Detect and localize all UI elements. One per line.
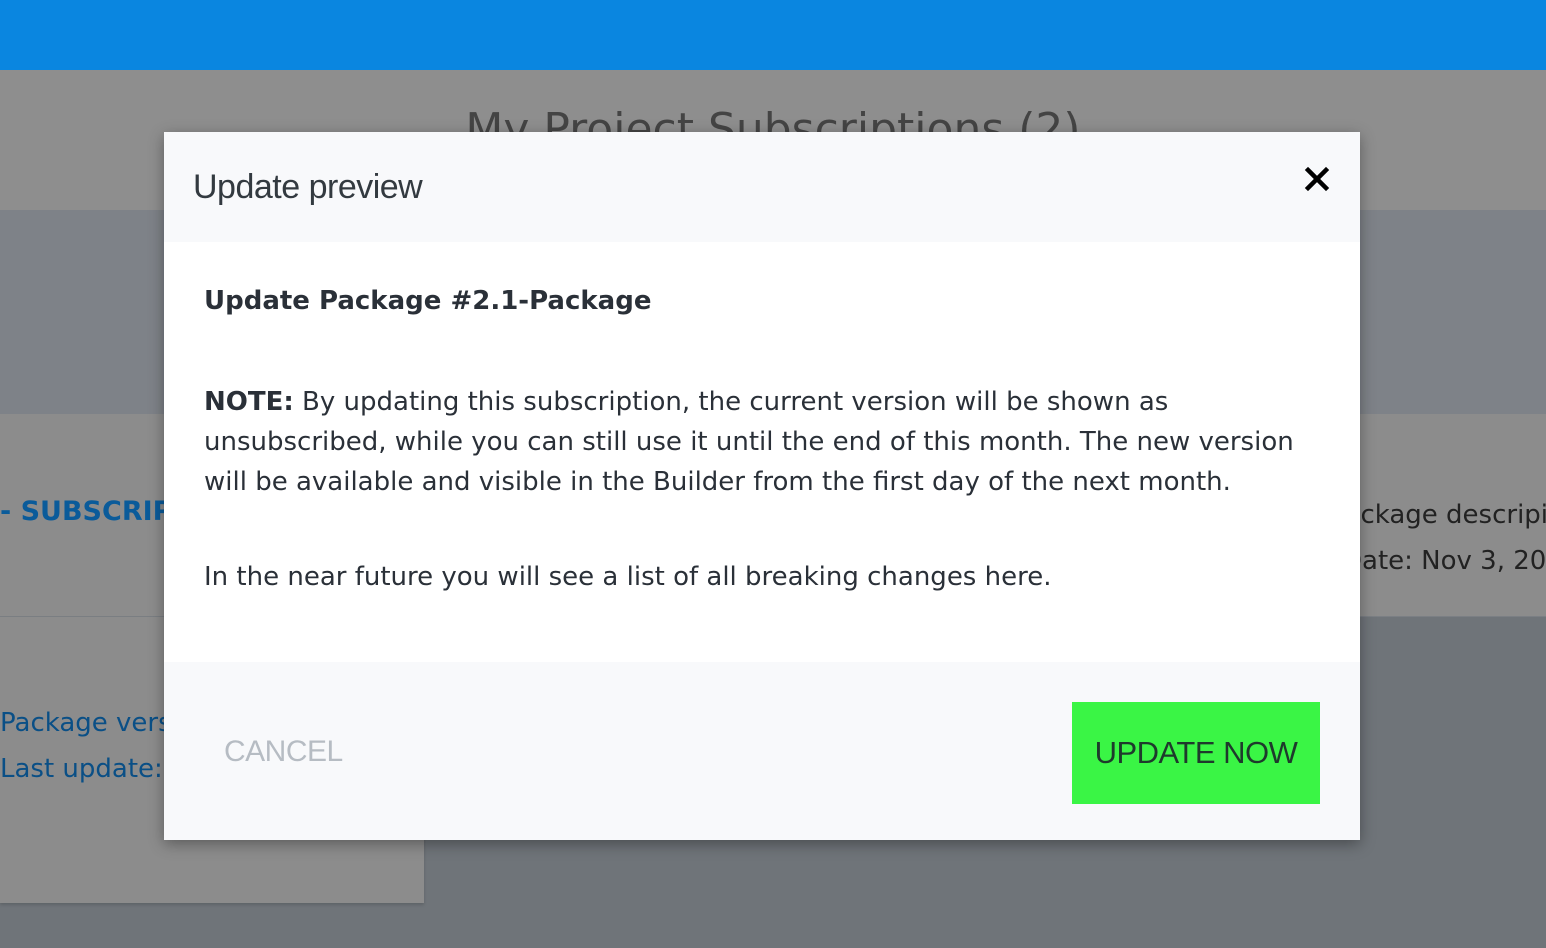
note-label: NOTE: [204, 387, 294, 417]
dialog-title: Update preview [193, 168, 423, 206]
update-now-button[interactable]: UPDATE NOW [1072, 702, 1320, 804]
top-nav-bar [0, 0, 1546, 70]
cancel-button[interactable]: CANCEL [224, 732, 364, 772]
package-description: Package descripiton [1330, 500, 1546, 530]
package-date: Date: Nov 3, 2015 [1342, 546, 1546, 576]
note-text: By updating this subscription, the curre… [204, 387, 1294, 497]
close-icon[interactable] [1300, 162, 1334, 196]
page: My Project Subscriptions (2) - SUBSCRIPT… [0, 0, 1546, 948]
breaking-changes-text: In the near future you will see a list o… [204, 562, 1052, 592]
update-preview-dialog: Update preview Update Package #2.1-Packa… [164, 132, 1360, 840]
dialog-body: Update Package #2.1-Package NOTE: By upd… [164, 242, 1360, 662]
dialog-footer: CANCEL UPDATE NOW [164, 662, 1360, 840]
update-note: NOTE: By updating this subscription, the… [204, 382, 1324, 502]
package-title: Update Package #2.1-Package [204, 286, 652, 316]
dialog-header: Update preview [164, 132, 1360, 242]
